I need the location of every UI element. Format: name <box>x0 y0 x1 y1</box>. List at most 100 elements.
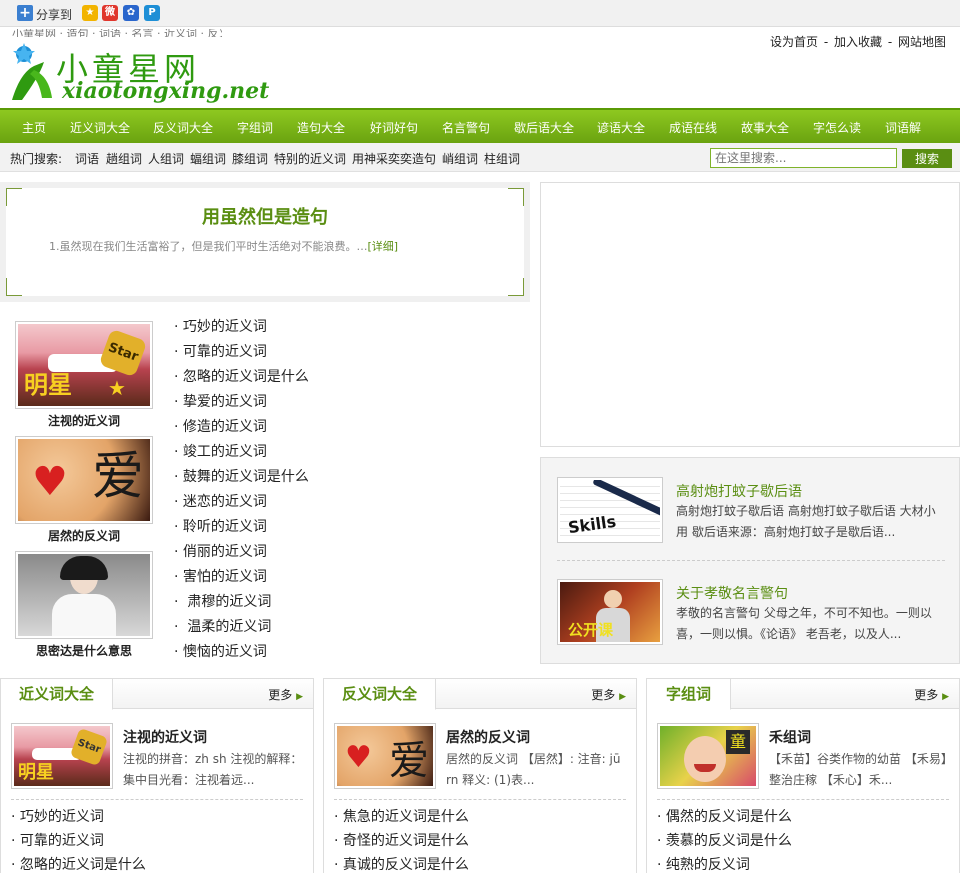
list-item[interactable]: · 害怕的近义词 <box>174 568 309 593</box>
column-desc: 【禾苗】谷类作物的幼苗 【禾易】整治庄稼 【禾心】禾... <box>769 752 947 787</box>
column-tab[interactable]: 反义词大全 <box>324 679 436 710</box>
hair-shape <box>60 556 108 580</box>
hot-search-item[interactable]: 趟组词 <box>106 150 142 167</box>
child-photo: 童 <box>660 726 756 786</box>
list-item[interactable]: · 竣工的近义词 <box>174 443 309 468</box>
share-label[interactable]: 分享到 <box>36 6 72 23</box>
news-box: Skills 高射炮打蚊子歇后语 高射炮打蚊子歇后语 高射炮打蚊子歇后语 大材小… <box>540 457 960 664</box>
divider <box>11 799 303 800</box>
featured-box: 用虽然但是造句 1.虽然现在我们生活富裕了，但是我们平时生活绝对不能浪费。…[详… <box>0 182 530 302</box>
nav-item-chengyu[interactable]: 成语在线 <box>669 119 717 136</box>
site-logo[interactable]: 小童星网 xiaotongxing.net <box>4 40 269 104</box>
list-item[interactable]: · 可靠的近义词 <box>11 831 146 855</box>
search-input[interactable] <box>710 148 897 168</box>
thumb-word: 爱 <box>91 447 144 507</box>
more-link[interactable]: 更多 ▶ <box>268 686 303 703</box>
hot-search-item[interactable]: 蝠组词 <box>190 150 226 167</box>
logo-text-en: xiaotongxing.net <box>62 78 270 104</box>
list-item[interactable]: · 迷恋的近义词 <box>174 493 309 518</box>
list-item[interactable]: · 纯熟的反义词 <box>657 855 792 873</box>
news-title[interactable]: 高射炮打蚊子歇后语 <box>676 481 802 501</box>
news-title[interactable]: 关于孝敬名言警句 <box>676 583 788 603</box>
list-item[interactable]: · 懊恼的近义词 <box>174 643 309 668</box>
list-item[interactable]: · 奇怪的近义词是什么 <box>334 831 469 855</box>
list-item[interactable]: · 巧妙的近义词 <box>174 318 309 343</box>
add-favorite-link[interactable]: 加入收藏 <box>834 35 882 49</box>
featured-more-link[interactable]: [详细] <box>368 240 399 253</box>
nav-item-xiehouyu[interactable]: 歇后语大全 <box>514 119 574 136</box>
column-thumb[interactable]: ♥ 爱 <box>334 723 436 789</box>
news-image-word: Skills <box>566 511 618 538</box>
nav-item-antonyms[interactable]: 反义词大全 <box>153 119 213 136</box>
thumb-caption[interactable]: 思密达是什么意思 <box>15 642 153 659</box>
column-list: · 焦急的近义词是什么 · 奇怪的近义词是什么 · 真诚的反义词是什么 <box>334 807 469 873</box>
share-plus-icon[interactable]: + <box>17 5 33 21</box>
face-shape <box>684 736 726 782</box>
nav-item-mingyan[interactable]: 名言警句 <box>442 119 490 136</box>
news-thumb[interactable]: 公开课 <box>557 579 663 645</box>
column-thumb[interactable]: Star 明星 <box>11 723 113 789</box>
hot-search-item[interactable]: 柱组词 <box>484 150 520 167</box>
list-item[interactable]: · 忽略的近义词是什么 <box>174 368 309 393</box>
column-tab[interactable]: 字组词 <box>647 679 731 710</box>
nav-item-synonyms[interactable]: 近义词大全 <box>70 119 130 136</box>
qzone-icon[interactable]: ★ <box>82 5 98 21</box>
list-item[interactable]: · 肃穆的近义词 <box>174 593 309 618</box>
list-item[interactable]: · 羡慕的反义词是什么 <box>657 831 792 855</box>
hot-search-item[interactable]: 用神采奕奕造句 <box>352 150 436 167</box>
list-item[interactable]: · 俏丽的近义词 <box>174 543 309 568</box>
list-item[interactable]: · 偶然的反义词是什么 <box>657 807 792 831</box>
thumb-caption[interactable]: 居然的反义词 <box>15 527 153 544</box>
more-link[interactable]: 更多 ▶ <box>914 686 949 703</box>
hot-search-item[interactable]: 词语 <box>75 150 99 167</box>
pen-shape <box>592 480 660 518</box>
news-thumb[interactable]: Skills <box>557 477 663 543</box>
nav-item-haoci[interactable]: 好词好句 <box>370 119 418 136</box>
hot-search-item[interactable]: 特别的近义词 <box>274 150 346 167</box>
nav-item-zaoju[interactable]: 造句大全 <box>297 119 345 136</box>
column-tab[interactable]: 近义词大全 <box>1 679 113 710</box>
logo-kid-icon <box>12 43 52 100</box>
set-homepage-link[interactable]: 设为首页 <box>770 35 818 49</box>
list-item[interactable]: · 真诚的反义词是什么 <box>334 855 469 873</box>
sitemap-link[interactable]: 网站地图 <box>898 35 946 49</box>
arrow-right-icon: ▶ <box>942 692 949 702</box>
column-title[interactable]: 居然的反义词 <box>446 727 530 747</box>
column-desc: 注视的拼音：zh sh 注视的解释：集中目光看：注视着远... <box>123 752 303 787</box>
column-thumb[interactable]: 童 <box>657 723 759 789</box>
hot-search-item[interactable]: 峭组词 <box>442 150 478 167</box>
nav-item-home[interactable]: 主页 <box>22 119 46 136</box>
nav-item-yanyu[interactable]: 谚语大全 <box>597 119 645 136</box>
hot-search-item[interactable]: 膝组词 <box>232 150 268 167</box>
baidu-icon[interactable]: ✿ <box>123 5 139 21</box>
list-item[interactable]: · 鼓舞的近义词是什么 <box>174 468 309 493</box>
divider <box>657 799 949 800</box>
column-header: 字组词 更多 ▶ <box>647 679 959 710</box>
list-item[interactable]: · 温柔的近义词 <box>174 618 309 643</box>
thumb-image[interactable]: ♥ 爱 <box>15 436 153 524</box>
list-item[interactable]: · 修造的近义词 <box>174 418 309 443</box>
thumb-image[interactable] <box>15 551 153 639</box>
hot-search-item[interactable]: 人组词 <box>148 150 184 167</box>
nav-item-gushi[interactable]: 故事大全 <box>741 119 789 136</box>
list-item[interactable]: · 巧妙的近义词 <box>11 807 146 831</box>
love-image: ♥ 爱 <box>18 439 150 521</box>
weibo-icon[interactable]: 微 <box>102 5 118 21</box>
search-button[interactable]: 搜索 <box>902 149 952 168</box>
column-title[interactable]: 注视的近义词 <box>123 727 207 747</box>
thumb-image[interactable]: Star 明星 ★ <box>15 321 153 409</box>
more-link[interactable]: 更多 ▶ <box>591 686 626 703</box>
list-item[interactable]: · 忽略的近义词是什么 <box>11 855 146 873</box>
nav-item-zuci[interactable]: 字组词 <box>237 119 273 136</box>
list-item[interactable]: · 焦急的近义词是什么 <box>334 807 469 831</box>
thumb-caption[interactable]: 注视的近义词 <box>15 412 153 429</box>
nav-item-ciyujie[interactable]: 词语解 <box>885 119 921 136</box>
featured-title[interactable]: 用虽然但是造句 <box>6 203 524 229</box>
column-title[interactable]: 禾组词 <box>769 727 811 747</box>
news-image-word: 公开课 <box>568 621 614 639</box>
nav-item-zizenmedu[interactable]: 字怎么读 <box>813 119 861 136</box>
pengyou-icon[interactable]: P <box>144 5 160 21</box>
list-item[interactable]: · 可靠的近义词 <box>174 343 309 368</box>
list-item[interactable]: · 聆听的近义词 <box>174 518 309 543</box>
list-item[interactable]: · 挚爱的近义词 <box>174 393 309 418</box>
